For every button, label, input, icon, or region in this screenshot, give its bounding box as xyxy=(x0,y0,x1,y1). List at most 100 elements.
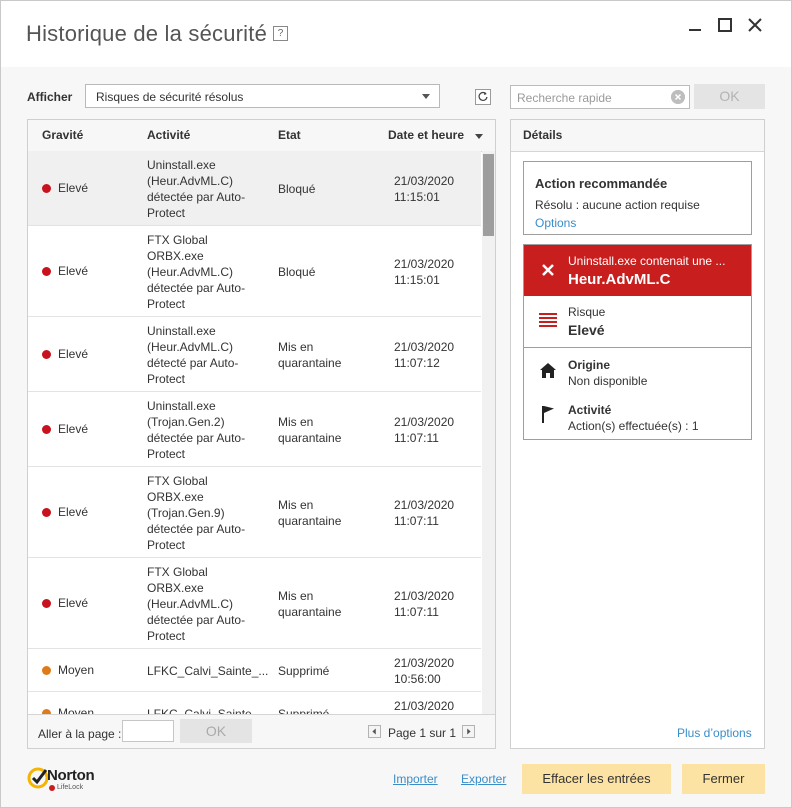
pagination-bar: Aller à la page : OK Page 1 sur 1 xyxy=(28,714,495,748)
import-link[interactable]: Importer xyxy=(393,772,438,786)
export-link[interactable]: Exporter xyxy=(461,772,506,786)
column-header-severity[interactable]: Gravité xyxy=(42,128,83,142)
severity-cell: Moyen xyxy=(42,706,94,714)
table-row[interactable]: Elevé FTX Global ORBX.exe (Heur.AdvML.C) dé… xyxy=(28,558,481,649)
origin-label: Origine xyxy=(568,358,611,372)
state-cell: Bloqué xyxy=(278,182,316,196)
chevron-down-icon xyxy=(422,94,430,99)
state-cell: Mis en quarantaine xyxy=(278,340,342,370)
date-cell: 21/03/2020 11:07:11 xyxy=(394,589,455,619)
details-panel: Détails Action recommandée Résolu : aucu… xyxy=(510,119,765,749)
goto-page-ok-button[interactable]: OK xyxy=(180,719,252,743)
refresh-icon xyxy=(478,91,488,101)
close-button[interactable]: Fermer xyxy=(682,764,765,794)
activity-label: Activité xyxy=(568,403,612,417)
history-table: Gravité Activité Etat Date et heure Elev… xyxy=(27,119,496,749)
recommended-action-title: Action recommandée xyxy=(535,176,668,191)
filter-value: Risques de sécurité résolus xyxy=(96,90,244,104)
activity-cell: LFKC_Calvi_Sainte_... xyxy=(147,664,269,678)
details-title: Détails xyxy=(523,128,563,142)
options-link[interactable]: Options xyxy=(535,216,576,230)
activity-cell: Uninstall.exe (Heur.AdvML.C) détecté par A… xyxy=(147,324,239,386)
activity-cell: Uninstall.exe (Heur.AdvML.C) détectée par … xyxy=(147,158,246,220)
severity-cell: Elevé xyxy=(42,422,88,436)
table-row[interactable]: Moyen LFKC_Calvi_Sainte_... Supprimé 21/… xyxy=(28,649,481,692)
norton-logo-text: Norton xyxy=(47,767,95,784)
risk-value: Elevé xyxy=(568,322,605,338)
refresh-button[interactable] xyxy=(475,89,491,105)
date-cell: 21/03/2020 10:56:00 xyxy=(394,656,455,686)
table-row[interactable]: Elevé Uninstall.exe (Trojan.Gen.2) détecté… xyxy=(28,392,481,467)
activity-value: Action(s) effectuée(s) : 1 xyxy=(568,419,699,433)
table-row[interactable]: Elevé Uninstall.exe (Heur.AdvML.C) détecté… xyxy=(28,151,481,226)
lifelock-dot-icon xyxy=(49,785,55,791)
activity-cell: FTX Global ORBX.exe (Heur.AdvML.C) détectée… xyxy=(147,565,246,643)
minimize-icon[interactable] xyxy=(685,15,705,35)
risk-level-icon xyxy=(539,313,557,327)
window-title: Historique de la sécurité xyxy=(26,21,268,46)
column-header-activity[interactable]: Activité xyxy=(147,128,190,142)
severity-cell: Moyen xyxy=(42,663,94,677)
date-cell: 21/03/2020 11:15:01 xyxy=(394,257,455,287)
state-cell: Supprimé xyxy=(278,664,330,678)
show-label: Afficher xyxy=(27,90,73,104)
state-cell: Mis en quarantaine xyxy=(278,589,342,619)
recommended-action-box: Action recommandée Résolu : aucune actio… xyxy=(523,161,752,235)
severity-cell: Elevé xyxy=(42,181,88,195)
previous-page-icon[interactable] xyxy=(368,725,381,738)
threat-name: Heur.AdvML.C xyxy=(568,271,671,288)
norton-check-logo-icon xyxy=(27,767,49,789)
severity-high-icon xyxy=(42,349,51,359)
search-ok-button[interactable]: OK xyxy=(694,84,765,109)
column-header-date[interactable]: Date et heure xyxy=(388,128,464,142)
state-cell: Supprimé xyxy=(278,707,330,714)
activity-cell: FTX Global ORBX.exe (Trojan.Gen.9) détectée… xyxy=(147,474,246,552)
column-header-state[interactable]: Etat xyxy=(278,128,301,142)
severity-high-icon xyxy=(42,266,51,276)
details-header: Détails xyxy=(511,120,764,152)
maximize-icon[interactable] xyxy=(715,15,735,35)
page-indicator: Page 1 sur 1 xyxy=(388,726,457,740)
threat-description: Uninstall.exe contenait une ... xyxy=(568,254,726,268)
severity-cell: Elevé xyxy=(42,505,88,519)
severity-high-icon xyxy=(42,424,51,434)
goto-page-label: Aller à la page : xyxy=(38,727,122,741)
activity-cell: FTX Global ORBX.exe (Heur.AdvML.C) détectée… xyxy=(147,233,246,311)
state-cell: Bloqué xyxy=(278,265,316,279)
table-row[interactable]: Elevé FTX Global ORBX.exe (Heur.AdvML.C) dé… xyxy=(28,226,481,317)
help-icon[interactable]: ? xyxy=(273,26,288,41)
origin-value: Non disponible xyxy=(568,374,648,388)
close-icon[interactable] xyxy=(745,15,765,35)
quick-search[interactable] xyxy=(510,85,690,109)
severity-high-icon xyxy=(42,507,51,517)
clear-search-icon[interactable] xyxy=(671,90,685,104)
severity-cell: Elevé xyxy=(42,347,88,361)
scrollbar-thumb[interactable] xyxy=(483,154,494,236)
table-row[interactable]: Moyen LFKC_Calvi_Sainte_... Supprimé 21/… xyxy=(28,692,481,714)
severity-cell: Elevé xyxy=(42,264,88,278)
date-cell: 21/03/2020 11:07:12 xyxy=(394,340,455,370)
table-row[interactable]: Elevé FTX Global ORBX.exe (Trojan.Gen.9) dé… xyxy=(28,467,481,558)
clear-entries-button[interactable]: Effacer les entrées xyxy=(522,764,671,794)
search-input[interactable] xyxy=(515,89,669,107)
risk-label: Risque xyxy=(568,305,606,319)
table-row[interactable]: Elevé Uninstall.exe (Heur.AdvML.C) détecté… xyxy=(28,317,481,392)
next-page-icon[interactable] xyxy=(462,725,475,738)
goto-page-input[interactable] xyxy=(122,720,174,742)
more-options-link[interactable]: Plus d’options xyxy=(677,726,752,740)
home-icon xyxy=(540,363,556,378)
risk-row: Risque Elevé xyxy=(524,296,751,348)
state-cell: Mis en quarantaine xyxy=(278,415,342,445)
flag-icon xyxy=(542,406,554,423)
blocked-x-icon xyxy=(542,264,554,276)
date-cell: 21/03/2020 xyxy=(394,699,455,713)
severity-cell: Elevé xyxy=(42,596,88,610)
table-body: Elevé Uninstall.exe (Heur.AdvML.C) détecté… xyxy=(28,151,481,714)
activity-cell: LFKC_Calvi_Sainte_... xyxy=(147,707,269,714)
vertical-scrollbar[interactable] xyxy=(482,151,495,714)
filter-dropdown[interactable]: Risques de sécurité résolus xyxy=(85,84,440,108)
threat-banner: Uninstall.exe contenait une ... Heur.Adv… xyxy=(524,245,751,296)
lifelock-logo-text: LifeLock xyxy=(57,784,84,791)
date-cell: 21/03/2020 11:07:11 xyxy=(394,498,455,528)
sort-desc-icon xyxy=(475,134,483,139)
